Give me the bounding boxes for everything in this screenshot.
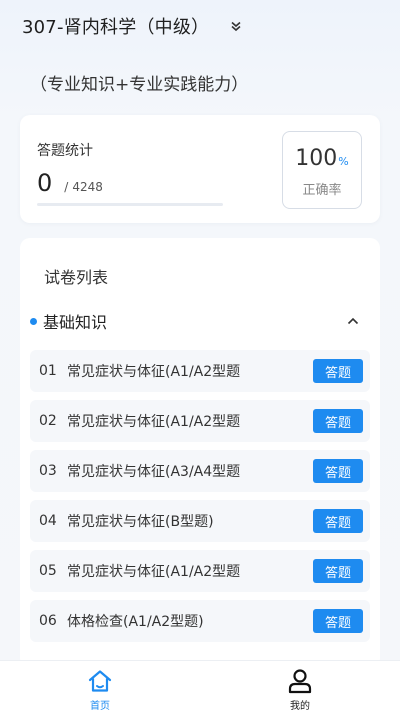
- stats-count: 0 / 4248: [37, 169, 103, 197]
- item-number: 05: [39, 563, 57, 579]
- paper-list-title: 试卷列表: [44, 268, 109, 287]
- chevron-up-icon[interactable]: [344, 312, 362, 330]
- item-number: 02: [39, 413, 57, 429]
- answer-button[interactable]: 答题: [313, 459, 363, 483]
- paper-items: 01 常见症状与体征(A1/A2型题 答题 02 常见症状与体征(A1/A2型题…: [30, 350, 370, 650]
- answered-count: 0: [37, 169, 53, 197]
- accuracy-number: 100: [295, 146, 338, 171]
- section-dot: [30, 317, 37, 325]
- user-icon: [286, 668, 314, 694]
- item-name: 常见症状与体征(B型题): [67, 514, 214, 530]
- list-item[interactable]: 04 常见症状与体征(B型题) 答题: [30, 500, 370, 542]
- nav-mine-label: 我的: [290, 701, 310, 712]
- item-name: 常见症状与体征(A1/A2型题: [67, 364, 241, 380]
- accuracy-box: 100 % 正确率: [282, 131, 362, 209]
- list-item[interactable]: 01 常见症状与体征(A1/A2型题 答题: [30, 350, 370, 392]
- item-name: 常见症状与体征(A1/A2型题: [67, 414, 241, 430]
- progress-bar: [37, 203, 223, 206]
- accuracy-label: 正确率: [302, 183, 342, 198]
- list-item[interactable]: 05 常见症状与体征(A1/A2型题 答题: [30, 550, 370, 592]
- list-item[interactable]: 02 常见症状与体征(A1/A2型题 答题: [30, 400, 370, 442]
- answer-button[interactable]: 答题: [313, 409, 363, 433]
- answer-button[interactable]: 答题: [313, 559, 363, 583]
- item-name: 常见症状与体征(A3/A4型题: [67, 464, 241, 480]
- list-item[interactable]: 06 体格检查(A1/A2型题) 答题: [30, 600, 370, 642]
- item-name: 常见症状与体征(A1/A2型题: [67, 564, 241, 580]
- item-number: 06: [39, 613, 57, 629]
- accuracy-value: 100 %: [283, 146, 361, 171]
- section-label: 基础知识: [43, 313, 108, 332]
- bottom-nav: 首页 我的: [0, 660, 400, 715]
- answer-button[interactable]: 答题: [313, 509, 363, 533]
- nav-mine[interactable]: 我的: [200, 661, 400, 715]
- subject-title[interactable]: 307-肾内科学（中级）: [22, 13, 209, 39]
- stats-label: 答题统计: [37, 143, 93, 159]
- accuracy-percent-sign: %: [338, 155, 349, 168]
- home-icon: [86, 668, 114, 694]
- subject-subtitle: （专业知识+专业实践能力）: [30, 75, 249, 95]
- answer-button[interactable]: 答题: [313, 359, 363, 383]
- answer-button[interactable]: 答题: [313, 609, 363, 633]
- header: 307-肾内科学（中级）: [0, 0, 400, 52]
- item-number: 03: [39, 463, 57, 479]
- count-separator: /: [64, 180, 69, 194]
- total-count: 4248: [72, 180, 103, 194]
- section-header-basic-knowledge[interactable]: 基础知识: [30, 306, 370, 336]
- nav-home-label: 首页: [90, 701, 110, 712]
- item-name: 体格检查(A1/A2型题): [67, 614, 204, 630]
- app-screen: 307-肾内科学（中级） （专业知识+专业实践能力） 答题统计 0 / 4248…: [0, 0, 400, 715]
- answer-stats-card: 答题统计 0 / 4248 100 % 正确率: [20, 115, 380, 223]
- paper-list-card: 试卷列表 基础知识 01 常见症状与体征(A1/A2型题 答题 02 常见症状与…: [20, 238, 380, 668]
- double-chevron-down-icon[interactable]: [229, 19, 243, 33]
- item-number: 04: [39, 513, 57, 529]
- item-number: 01: [39, 363, 57, 379]
- list-item[interactable]: 03 常见症状与体征(A3/A4型题 答题: [30, 450, 370, 492]
- nav-home[interactable]: 首页: [0, 661, 200, 715]
